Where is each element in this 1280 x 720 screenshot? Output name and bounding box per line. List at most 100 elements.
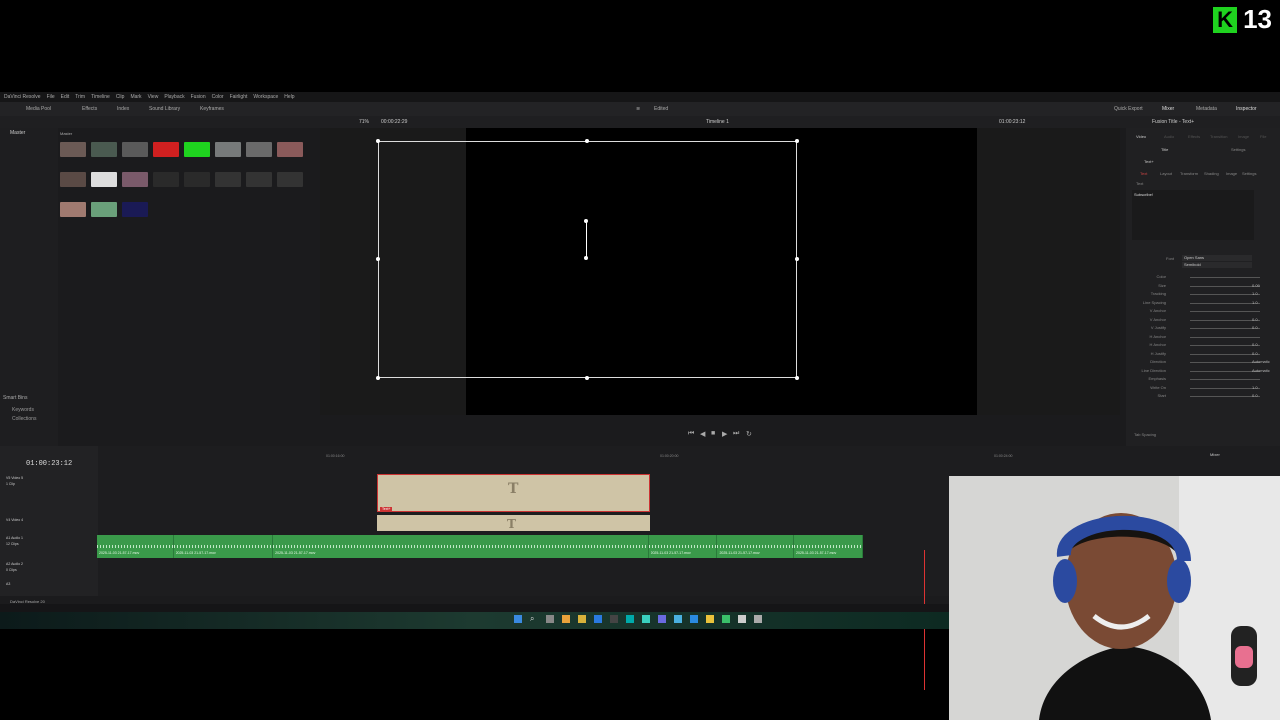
audio-clip[interactable]: 2025-11-03 21-57-17.mov: [97, 535, 174, 558]
resize-handle[interactable]: [585, 139, 589, 143]
resize-handle[interactable]: [376, 257, 380, 261]
media-clip-thumbnail[interactable]: [60, 172, 86, 197]
param-slider[interactable]: [1190, 370, 1260, 372]
resize-handle[interactable]: [376, 139, 380, 143]
param-value[interactable]: 1.0: [1252, 291, 1258, 296]
task-view-icon[interactable]: [546, 615, 554, 623]
menu-item-trim[interactable]: Trim: [75, 94, 85, 100]
param-slider[interactable]: [1190, 396, 1260, 397]
media-clip-thumbnail[interactable]: [277, 142, 303, 167]
menu-item-timeline[interactable]: Timeline: [91, 94, 110, 100]
inspector-param-row[interactable]: V Anchor 0.0: [1134, 317, 1274, 323]
menu-item-app[interactable]: DaVinci Resolve: [4, 94, 41, 100]
search-icon[interactable]: ⌕: [530, 615, 538, 623]
app-icon[interactable]: [610, 615, 618, 623]
param-slider[interactable]: [1190, 302, 1260, 304]
quick-export-button[interactable]: Quick Export: [1114, 106, 1143, 112]
inspector-param-row[interactable]: Line Direction Automatic: [1134, 368, 1274, 374]
param-slider[interactable]: [1190, 311, 1260, 312]
play-reverse-icon[interactable]: ◀: [700, 430, 705, 438]
resize-handle[interactable]: [585, 376, 589, 380]
index-button[interactable]: Index: [117, 106, 129, 112]
subtab-settings[interactable]: Settings: [1231, 147, 1245, 152]
title-clip[interactable]: T Text+: [377, 474, 650, 512]
text-input[interactable]: Subscribe!: [1132, 190, 1254, 240]
vscode-icon[interactable]: [594, 615, 602, 623]
param-value[interactable]: Automatic: [1252, 359, 1270, 364]
param-slider[interactable]: [1190, 294, 1260, 295]
param-value[interactable]: 0.0: [1252, 393, 1258, 398]
app-icon[interactable]: [642, 615, 650, 623]
folder-icon[interactable]: [578, 615, 586, 623]
tab-spacing-section[interactable]: Tab Spacing: [1134, 432, 1156, 437]
param-value[interactable]: 1.0: [1252, 300, 1258, 305]
font-style-dropdown[interactable]: Semibold: [1182, 262, 1252, 268]
media-clip-thumbnail[interactable]: [184, 142, 210, 167]
master-bin[interactable]: Master: [10, 130, 25, 136]
menu-item-playback[interactable]: Playback: [164, 94, 184, 100]
anchor-handle[interactable]: [584, 256, 588, 260]
media-clip-thumbnail[interactable]: [60, 202, 86, 227]
app-icon[interactable]: [706, 615, 714, 623]
mixer-button[interactable]: Mixer: [1162, 106, 1174, 112]
inspector-param-row[interactable]: H Justify 0.0: [1134, 351, 1274, 357]
inspector-tab-file[interactable]: File: [1260, 134, 1266, 139]
media-pool-button[interactable]: Media Pool: [26, 106, 51, 112]
param-value[interactable]: 0.0: [1252, 342, 1258, 347]
param-slider[interactable]: [1190, 379, 1260, 380]
text-plus-section[interactable]: Text+: [1144, 159, 1154, 164]
param-value[interactable]: 0.0: [1252, 325, 1258, 330]
shading-tab[interactable]: Shading: [1204, 171, 1219, 176]
sound-library-button[interactable]: Sound Library: [149, 106, 180, 112]
inspector-param-row[interactable]: V Justify 0.0: [1134, 325, 1274, 331]
zoom-level[interactable]: 71%: [359, 119, 369, 125]
media-clip-thumbnail[interactable]: [215, 142, 241, 167]
settings-icon[interactable]: [754, 615, 762, 623]
menu-item-color[interactable]: Color: [212, 94, 224, 100]
media-clip-thumbnail[interactable]: [184, 172, 210, 197]
inspector-param-row[interactable]: Color: [1134, 274, 1274, 280]
param-slider[interactable]: [1190, 277, 1260, 278]
media-clip-thumbnail[interactable]: [91, 142, 117, 167]
param-value[interactable]: 0.0: [1252, 317, 1258, 322]
media-clip-thumbnail[interactable]: [91, 172, 117, 197]
app-icon[interactable]: [626, 615, 634, 623]
inspector-param-row[interactable]: Emphasis: [1134, 376, 1274, 382]
inspector-tab-video[interactable]: Video: [1136, 134, 1146, 139]
timeline-name-dropdown[interactable]: Timeline 1: [706, 119, 729, 125]
windows-start-icon[interactable]: [514, 615, 522, 623]
text-tab[interactable]: Text: [1140, 171, 1147, 176]
menu-item-view[interactable]: View: [148, 94, 159, 100]
audio-clip[interactable]: 2025-11-03 21-57-17.mov: [717, 535, 795, 558]
inspector-param-row[interactable]: Tracking 1.0: [1134, 291, 1274, 297]
param-value[interactable]: 0.0: [1252, 351, 1258, 356]
skip-forward-icon[interactable]: ⏭: [733, 430, 739, 438]
param-slider[interactable]: [1190, 362, 1260, 363]
param-slider[interactable]: [1190, 285, 1260, 287]
media-clip-thumbnail[interactable]: [153, 142, 179, 167]
media-clip-thumbnail[interactable]: [122, 202, 148, 227]
discord-icon[interactable]: [658, 615, 666, 623]
media-clip-thumbnail[interactable]: [91, 202, 117, 227]
media-clip-thumbnail[interactable]: [277, 172, 303, 197]
param-value[interactable]: Automatic: [1252, 368, 1270, 373]
inspector-param-row[interactable]: Write On 1.0: [1134, 385, 1274, 391]
inspector-param-row[interactable]: Line Spacing 1.0: [1134, 300, 1274, 306]
inspector-param-row[interactable]: H Anchor 0.0: [1134, 342, 1274, 348]
menu-item-help[interactable]: Help: [284, 94, 294, 100]
audio-clip[interactable]: 2025-11-03 21-57-17.mov: [273, 535, 649, 558]
inspector-param-row[interactable]: Start 0.0: [1134, 393, 1274, 399]
font-dropdown[interactable]: Open Sans: [1182, 255, 1252, 261]
chrome-icon[interactable]: [722, 615, 730, 623]
layout-tab[interactable]: Layout: [1160, 171, 1172, 176]
inspector-param-row[interactable]: Direction Automatic: [1134, 359, 1274, 365]
media-clip-thumbnail[interactable]: [246, 142, 272, 167]
effects-button[interactable]: Effects: [82, 106, 97, 112]
title-bounding-box[interactable]: [376, 139, 799, 380]
menu-item-file[interactable]: File: [47, 94, 55, 100]
play-icon[interactable]: ▶: [722, 430, 727, 438]
app-icon[interactable]: [738, 615, 746, 623]
stop-icon[interactable]: ■: [711, 430, 715, 437]
menu-item-fusion[interactable]: Fusion: [191, 94, 206, 100]
param-slider[interactable]: [1190, 387, 1260, 389]
